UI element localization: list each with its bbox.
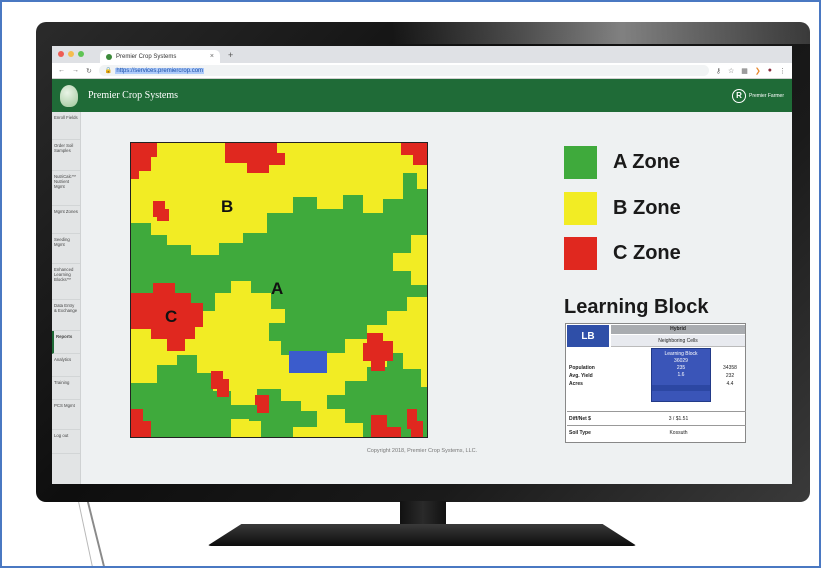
sidebar-item-data-entry-exchange[interactable]: Data Entry & Exchange [52,300,80,331]
profile-icon[interactable]: ● [768,67,772,74]
diff-net-value: 3 / $1.51 [668,415,689,422]
learning-block-cell-title: Learning Block [664,351,698,357]
sidebar-item-mgmt-zones[interactable]: Mgmt Zones [52,206,80,234]
app-title: Premier Crop Systems [88,90,178,101]
url-text: https://services.premiercrop.com [115,67,205,74]
menu-icon[interactable]: ⋮ [779,67,786,75]
key-icon[interactable]: ⚷ [716,67,721,75]
neighbor-yield-value: 232 [725,373,735,379]
sidebar-item-enroll-fields[interactable]: Enroll Fields [52,112,80,140]
legend-item-b-zone: B Zone [564,192,681,225]
soil-type-value: Kossuth [669,429,688,436]
reload-icon[interactable]: ↻ [86,67,92,75]
neighbor-values: 34358 232 4.4 [716,364,744,388]
browser-tab[interactable]: Premier Crop Systems × [100,50,220,63]
leaf-logo-icon[interactable] [60,84,78,107]
sidebar-nav: Enroll Fields Order Soil Samples NutriCa… [52,112,81,484]
monitor-reflection [392,22,810,44]
learning-block-table: LB Hybrid Neighboring Cells Population A… [565,323,746,443]
zone-label-c: C [165,307,178,326]
lb-yield-value: 235 [676,365,686,371]
close-window-dot[interactable] [58,51,64,57]
extension-icon[interactable]: ▦ [741,67,748,75]
neighbor-population-value: 34358 [723,365,737,371]
legend-item-c-zone: C Zone [564,237,681,270]
row-label-avg-yield: Avg. Yield [569,373,593,379]
extension-icon[interactable]: ❯ [755,67,761,75]
screenshot-stage: Premier Crop Systems × + ← → ↻ 🔒 https:/… [0,0,821,568]
app-header: Premier Crop Systems R Premier Farmer [52,79,792,112]
neighboring-cells-header: Neighboring Cells [611,335,745,347]
favicon-icon [106,53,112,60]
new-tab-button[interactable]: + [228,50,233,60]
user-name: Premier Farmer [748,92,784,99]
browser-tab-bar: Premier Crop Systems × + [52,46,792,63]
forward-icon[interactable]: → [72,67,79,74]
monitor-screen: Premier Crop Systems × + ← → ↻ 🔒 https:/… [52,46,792,484]
legend-swatch [564,237,597,270]
back-icon[interactable]: ← [58,67,65,74]
soil-type-row: Soil Type Kossuth [567,425,746,439]
sidebar-item-analytics[interactable]: Analytics [52,354,80,377]
row-labels: Population Avg. Yield Acres [569,364,595,388]
diff-net-label: Diff/Net $ [569,415,591,422]
zone-label-a: A [271,279,284,298]
learning-block-heading: Learning Block [564,296,709,318]
copyright-footer: Copyright 2018, Premier Crop Systems, LL… [366,448,478,454]
sidebar-item-nutricalc[interactable]: NutriCalc™ Nutrient Mgmt [52,171,80,206]
legend-swatch [564,146,597,179]
hybrid-header: Hybrid [611,325,745,334]
sidebar-item-order-soil-samples[interactable]: Order Soil Samples [52,140,80,171]
lb-population-value: 36029 [674,358,688,364]
sidebar-item-enhanced-learning-blocks[interactable]: Enhanced Learning Blocks™ [52,264,80,300]
lock-icon: 🔒 [104,68,113,74]
learning-block-cell: Learning Block 36029 235 1.6 [651,348,711,402]
diff-net-row: Diff/Net $ 3 / $1.51 [567,411,746,425]
user-avatar[interactable]: R [731,88,746,103]
sidebar-item-reports[interactable]: Reports [52,331,80,354]
neighbor-acres-value: 4.4 [726,381,734,387]
legend-label: C Zone [613,242,681,264]
row-label-acres: Acres [569,381,583,387]
sidebar-item-pcs-mgmt[interactable]: PCS Mgmt [52,400,80,430]
sidebar-item-seeding-mgmt[interactable]: Seeding Mgmt [52,234,80,264]
tab-close-icon[interactable]: × [210,53,214,60]
address-bar[interactable]: 🔒 https://services.premiercrop.com [98,65,709,76]
lb-badge: LB [567,325,609,347]
lb-acres-value: 1.6 [677,372,685,378]
legend-swatch [564,192,597,225]
sidebar-item-training[interactable]: Training [52,377,80,400]
maximize-window-dot[interactable] [78,51,84,57]
tab-title: Premier Crop Systems [116,53,177,60]
minimize-window-dot[interactable] [68,51,74,57]
legend-label: A Zone [613,151,681,173]
monitor-stand-base [207,524,637,546]
learning-block-marker[interactable] [289,351,327,373]
legend-label: B Zone [613,197,681,219]
zone-c-region [255,395,269,413]
soil-type-label: Soil Type [569,429,591,436]
learning-block-cell-band [652,385,710,391]
bookmark-star-icon[interactable]: ☆ [728,67,734,75]
browser-toolbar: ← → ↻ 🔒 https://services.premiercrop.com… [52,63,792,79]
user-menu[interactable]: R Premier Farmer [731,88,784,103]
management-zone-map[interactable]: B A C [130,142,428,438]
row-label-population: Population [569,365,595,371]
legend-item-a-zone: A Zone [564,146,680,179]
zone-label-b: B [221,197,234,216]
